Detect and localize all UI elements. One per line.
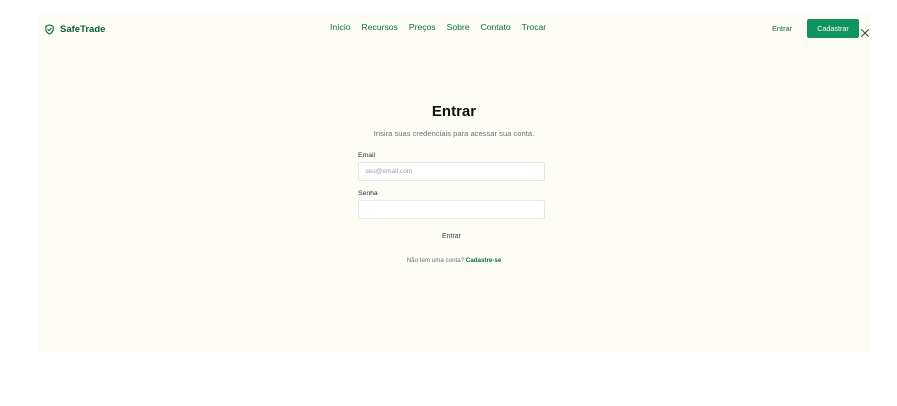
password-label: Senha bbox=[358, 190, 378, 197]
password-field[interactable] bbox=[358, 200, 545, 219]
email-field[interactable] bbox=[358, 162, 545, 181]
main-nav: Início Recursos Preços Sobre Contato Tro… bbox=[330, 22, 546, 36]
main-panel: SafeTrade Início Recursos Preços Sobre C… bbox=[38, 14, 870, 352]
nav-item-trocar[interactable]: Trocar bbox=[522, 22, 547, 36]
nav-item-contato[interactable]: Contato bbox=[481, 22, 511, 36]
brand-name: SafeTrade bbox=[60, 23, 106, 35]
page-subtitle: Insira suas credenciais para acessar sua… bbox=[373, 129, 535, 138]
brand-logo[interactable]: SafeTrade bbox=[44, 22, 105, 36]
signup-prompt: Não tem uma conta? Cadastre-se bbox=[38, 257, 870, 264]
signup-link[interactable]: Cadastre-se bbox=[466, 257, 501, 264]
close-button[interactable] bbox=[860, 23, 870, 37]
nav-item-sobre[interactable]: Sobre bbox=[447, 22, 470, 36]
top-header: SafeTrade Início Recursos Preços Sobre C… bbox=[38, 14, 870, 44]
email-label: Email bbox=[358, 152, 375, 159]
nav-item-precos[interactable]: Preços bbox=[409, 22, 436, 36]
nav-item-inicio[interactable]: Início bbox=[330, 22, 351, 36]
login-submit-button[interactable]: Entrar bbox=[418, 229, 485, 243]
shield-icon bbox=[45, 23, 54, 35]
close-icon bbox=[861, 29, 869, 37]
header-login-link[interactable]: Entrar bbox=[772, 24, 792, 33]
signup-prompt-text: Não tem uma conta? bbox=[406, 257, 465, 264]
page-title: Entrar bbox=[431, 103, 477, 120]
nav-item-recursos[interactable]: Recursos bbox=[362, 22, 398, 36]
header-signup-button[interactable]: Cadastrar bbox=[807, 19, 859, 38]
page: SafeTrade Início Recursos Preços Sobre C… bbox=[0, 0, 897, 406]
